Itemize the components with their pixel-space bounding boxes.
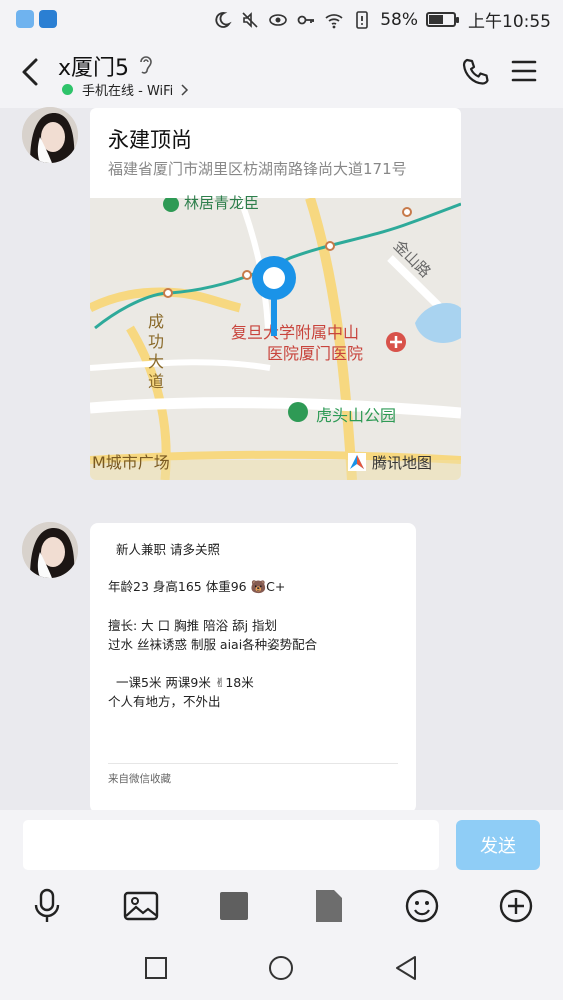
chevron-right-icon bbox=[181, 83, 189, 96]
divider bbox=[108, 763, 398, 764]
status-bar: 58% 上午10:55 bbox=[0, 0, 563, 38]
ear-icon bbox=[140, 56, 152, 74]
back-arrow-icon[interactable] bbox=[16, 52, 46, 92]
image-icon[interactable] bbox=[121, 886, 161, 926]
map-pin-icon bbox=[252, 256, 296, 336]
app-notification-icon bbox=[16, 10, 34, 28]
map-preview[interactable]: 林居青龙臣 成功大道 金山路 复旦大学附属中山 医院厦门医院 虎头山公园 M城市… bbox=[90, 194, 461, 480]
map-label-mall: M城市广场 bbox=[92, 453, 170, 472]
battery-percent: 58% bbox=[380, 9, 418, 30]
emoji-icon[interactable] bbox=[402, 886, 442, 926]
message-source: 来自微信收藏 bbox=[108, 773, 171, 785]
eye-icon bbox=[269, 13, 288, 26]
message-line: 新人兼职 请多关照 bbox=[116, 542, 220, 557]
message-line: 擅长: 大 口 胸推 陪浴 舔j 指划 bbox=[108, 618, 278, 633]
message-line: 年龄23 身高165 体重96 🐻C+ bbox=[108, 579, 286, 594]
do-not-disturb-icon bbox=[215, 11, 232, 28]
online-status[interactable]: 手机在线 - WiFi bbox=[62, 80, 189, 99]
chat-title[interactable]: x厦门5 bbox=[58, 50, 129, 82]
map-provider-text: 腾讯地图 bbox=[372, 453, 433, 472]
online-status-text: 手机在线 - WiFi bbox=[82, 84, 174, 99]
location-message[interactable]: 永建顶尚 福建省厦门市湖里区枋湖南路锋尚大道171号 林居青龙臣 成功大道 金山… bbox=[90, 108, 461, 480]
contact-avatar[interactable] bbox=[22, 107, 78, 163]
chat-header: x厦门5 手机在线 - WiFi bbox=[0, 38, 563, 108]
map-label-park: 虎头山公园 bbox=[316, 406, 397, 425]
shield-icon bbox=[39, 10, 57, 28]
back-nav-icon[interactable] bbox=[391, 953, 421, 983]
clock: 上午10:55 bbox=[468, 12, 551, 32]
map-label-poi-top: 林居青龙臣 bbox=[184, 194, 260, 212]
plus-icon[interactable] bbox=[496, 886, 536, 926]
avatar-photo bbox=[22, 107, 78, 163]
message-line: 过水 丝袜诱惑 制服 aiai各种姿势配合 bbox=[108, 637, 318, 652]
home-icon[interactable] bbox=[266, 953, 296, 983]
hospital-line-2: 医院厦门医院 bbox=[267, 344, 364, 363]
recent-apps-icon[interactable] bbox=[141, 953, 171, 983]
contact-avatar[interactable] bbox=[22, 522, 78, 578]
menu-icon[interactable] bbox=[510, 58, 538, 84]
tencent-map-logo-icon bbox=[348, 453, 366, 471]
battery-icon bbox=[426, 12, 459, 27]
phone-call-icon[interactable] bbox=[460, 56, 492, 88]
location-name: 永建顶尚 bbox=[108, 128, 192, 152]
message-input[interactable] bbox=[23, 820, 439, 870]
favorite-text-message[interactable]: 新人兼职 请多关照 年龄23 身高165 体重96 🐻C+ 擅长: 大 口 胸推… bbox=[90, 523, 416, 813]
avatar-photo bbox=[22, 522, 78, 578]
map-provider: 腾讯地图 bbox=[346, 451, 432, 473]
send-button[interactable]: 发送 bbox=[456, 820, 540, 870]
message-line: 一课5米 两课9米 ✌18米 bbox=[116, 675, 254, 690]
battery-alert-icon bbox=[356, 10, 369, 29]
file-icon[interactable] bbox=[308, 886, 348, 926]
key-icon bbox=[297, 15, 315, 24]
microphone-icon[interactable] bbox=[27, 886, 67, 926]
mute-icon bbox=[242, 11, 258, 28]
location-address: 福建省厦门市湖里区枋湖南路锋尚大道171号 bbox=[108, 160, 407, 178]
input-bar: 发送 bbox=[0, 810, 563, 1000]
map-label-road-left: 成功大道 bbox=[148, 312, 165, 391]
online-dot bbox=[62, 84, 73, 95]
message-line: 个人有地方，不外出 bbox=[108, 694, 221, 709]
camera-icon[interactable] bbox=[214, 886, 254, 926]
wifi-icon bbox=[325, 13, 343, 28]
